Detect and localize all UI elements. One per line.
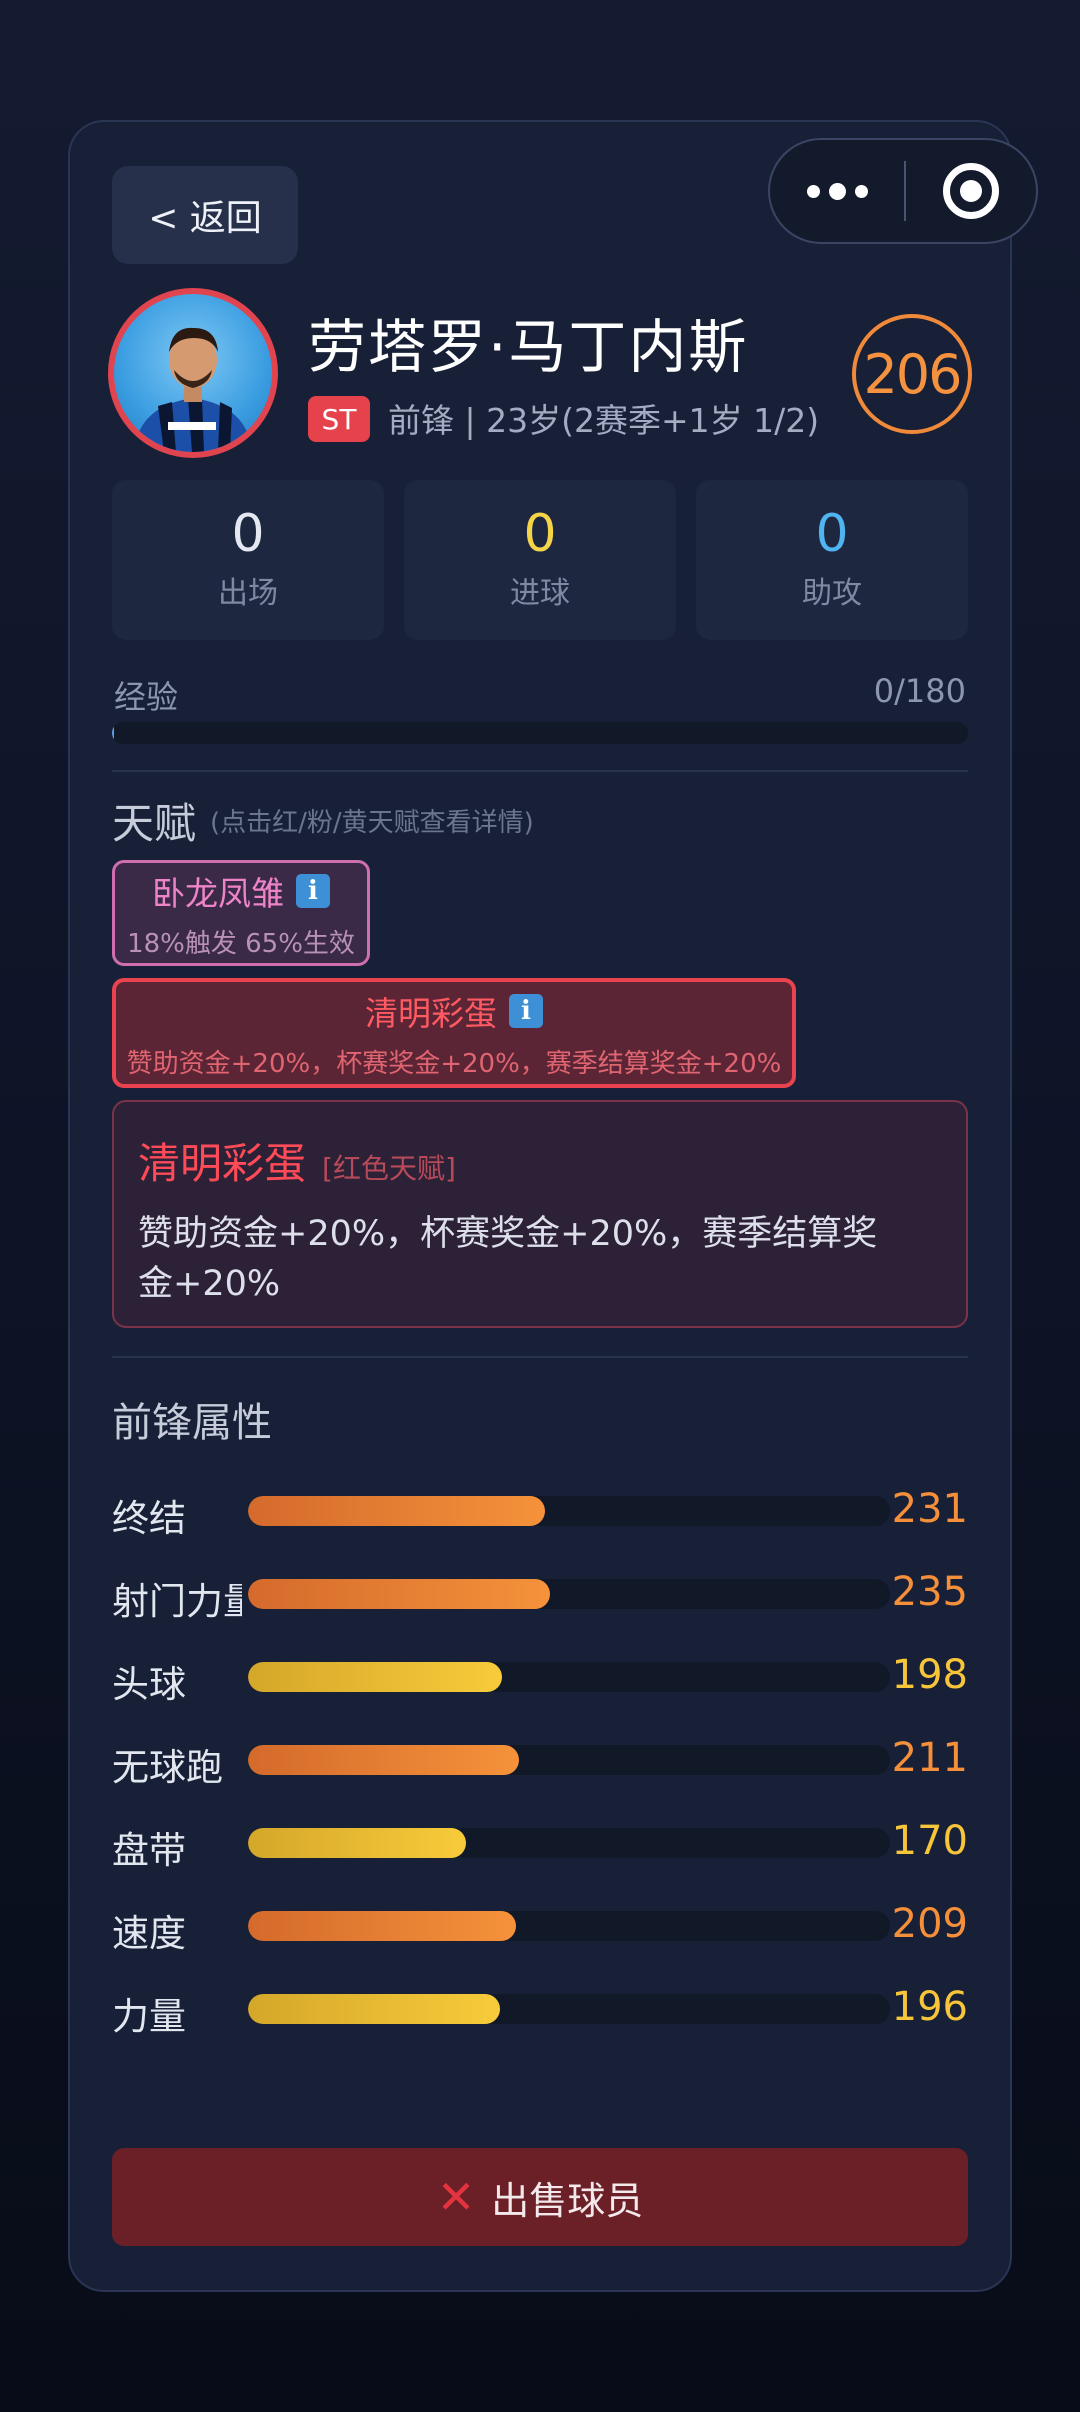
miniprogram-capsule [768,138,1038,244]
attribute-row: 终结 231 [112,1480,968,1540]
sell-player-button[interactable]: ✕ 出售球员 [112,2148,968,2246]
attribute-name: 终结 [112,1497,186,1540]
attribute-bar-track [248,1579,890,1609]
attribute-row: 速度 209 [112,1895,968,1955]
stat-value: 0 [815,504,849,564]
attribute-row: 力量 196 [112,1978,968,2038]
experience-label: 经验 [114,678,179,716]
experience-progress-bar [112,722,968,744]
talent-desc: 18%触发 65%生效 [127,928,355,959]
attribute-bar-track [248,1745,890,1775]
position-badge: ST [308,396,370,442]
attribute-name: 头球 [112,1663,186,1706]
stat-assists: 0 助攻 [696,480,968,640]
talent-detail-name: 清明彩蛋 [138,1139,307,1188]
attribute-row: 盘带 170 [112,1812,968,1872]
attribute-row: 无球跑 211 [112,1729,968,1789]
attribute-row: 头球 198 [112,1646,968,1706]
attribute-name: 无球跑 [112,1746,223,1789]
divider [112,1356,968,1358]
talent-chip-red[interactable]: 清明彩蛋 i 赞助资金+20%，杯赛奖金+20%，赛季结算奖金+20% [112,978,796,1088]
attribute-bar-fill [248,1496,545,1526]
attribute-bar-fill [248,1828,467,1858]
talent-detail-panel: 清明彩蛋 [红色天赋] 赞助资金+20%，杯赛奖金+20%，赛季结算奖金+20% [112,1100,968,1328]
experience-value: 0/180 [873,672,966,710]
attribute-bar-track [248,1994,890,2024]
divider [112,770,968,772]
close-miniprogram-icon[interactable] [906,163,1036,219]
talent-detail-desc: 赞助资金+20%，杯赛奖金+20%，赛季结算奖金+20% [138,1214,878,1304]
attribute-bar-track [248,1828,890,1858]
info-icon[interactable]: i [509,993,543,1028]
page: < 返回 劳塔罗·马丁内斯 ST 前锋 | 23岁(2赛季+1岁 1/2) 20… [0,0,1080,2412]
stat-label: 出场 [218,576,278,611]
attribute-bar-track [248,1496,890,1526]
attribute-bar-fill [248,1745,519,1775]
attribute-bar-fill [248,1994,500,2024]
talent-desc: 赞助资金+20%，杯赛奖金+20%，赛季结算奖金+20% [126,1048,782,1079]
attribute-value: 235 [891,1569,968,1615]
stat-label: 进球 [510,576,570,611]
stat-appearances: 0 出场 [112,480,384,640]
attribute-value: 211 [891,1735,968,1781]
attribute-bar-fill [248,1579,550,1609]
info-icon[interactable]: i [296,873,330,908]
stat-goals: 0 进球 [404,480,676,640]
attribute-row: 射门力量 235 [112,1563,968,1623]
overall-rating: 206 [852,314,972,434]
attribute-name: 力量 [112,1995,186,2038]
attribute-name: 射门力量 [112,1580,242,1623]
attribute-name: 盘带 [112,1829,186,1872]
talent-name: 卧龙凤雏 [152,873,284,913]
attribute-bar-track [248,1911,890,1941]
attribute-value: 231 [891,1486,968,1532]
attribute-bar-track [248,1662,890,1692]
attributes-title: 前锋属性 [112,1400,272,1446]
attribute-value: 196 [891,1984,968,2030]
attribute-bar-fill [248,1662,503,1692]
stat-value: 0 [231,504,265,564]
player-name: 劳塔罗·马丁内斯 [308,313,749,381]
stat-label: 助攻 [802,576,862,611]
talent-section-title: 天赋 [112,799,197,848]
sell-label: 出售球员 [491,2178,644,2223]
close-icon: ✕ [436,2170,476,2224]
stat-value: 0 [523,504,557,564]
talent-chip-pink[interactable]: 卧龙凤雏 i 18%触发 65%生效 [112,860,370,966]
attribute-value: 209 [891,1901,968,1947]
more-menu-icon[interactable] [770,140,904,242]
avatar [108,288,278,458]
talent-hint: (点击红/粉/黄天赋查看详情) [210,808,534,838]
back-button[interactable]: < 返回 [112,166,298,264]
attribute-value: 170 [891,1818,968,1864]
attribute-name: 速度 [112,1912,186,1955]
attribute-value: 198 [891,1652,968,1698]
attribute-bar-fill [248,1911,517,1941]
talent-name: 清明彩蛋 [365,993,497,1033]
talent-detail-tag: [红色天赋] [322,1152,456,1185]
player-meta: 前锋 | 23岁(2赛季+1岁 1/2) [388,401,820,440]
